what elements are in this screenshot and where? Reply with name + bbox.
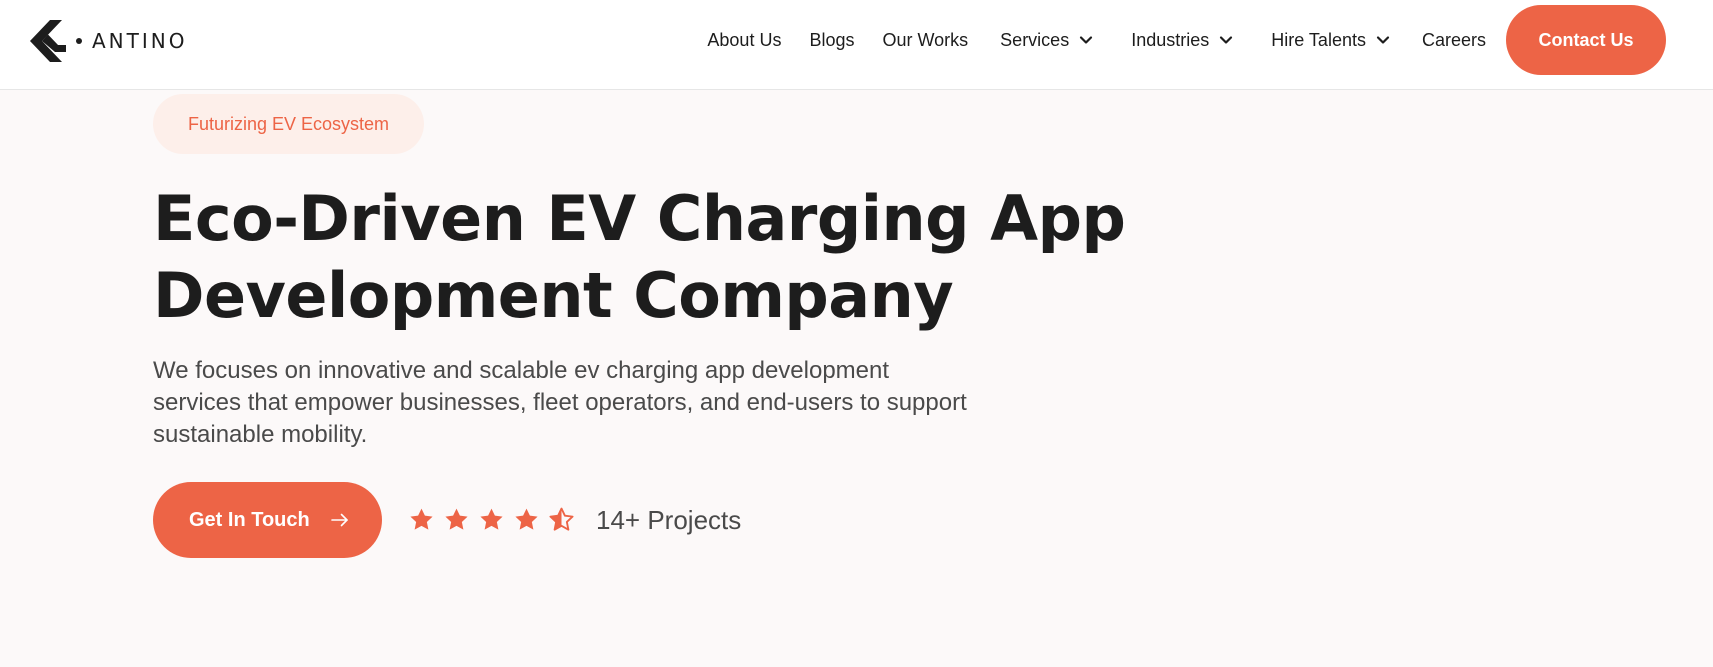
brand-logo[interactable]: ANTINO — [30, 20, 187, 62]
nav-item-about-us[interactable]: About Us — [707, 30, 781, 51]
nav-label: Services — [1000, 29, 1070, 50]
star-icon — [480, 508, 503, 530]
top-navbar: ANTINO About Us Blogs Our Works Services… — [0, 0, 1713, 90]
antino-chevron-logo-icon — [30, 20, 66, 62]
nav-label: Careers — [1421, 29, 1486, 50]
logo-dot — [76, 38, 82, 44]
nav-item-blogs[interactable]: Blogs — [809, 30, 854, 51]
cta-label: Get In Touch — [189, 508, 310, 531]
nav-item-our-works[interactable]: Our Works — [882, 30, 968, 51]
nav-item-careers[interactable]: Careers — [1422, 30, 1486, 51]
chevron-down-icon — [1376, 36, 1390, 44]
headline-line-1: Eco-Driven EV Charging App — [153, 182, 1126, 255]
headline-line-2: Development Company — [153, 259, 954, 332]
nav-label: Industries — [1131, 29, 1210, 50]
star-icon — [445, 508, 468, 530]
get-in-touch-button[interactable]: Get In Touch — [153, 482, 382, 558]
nav-label: About Us — [707, 29, 782, 50]
projects-count: 14+ Projects — [596, 504, 742, 535]
nav-label: Hire Talents — [1271, 29, 1366, 50]
contact-us-button[interactable]: Contact Us — [1506, 5, 1666, 75]
star-icon — [515, 508, 538, 530]
chevron-down-icon — [1080, 36, 1093, 44]
nav-item-services[interactable]: Services — [1000, 30, 1093, 51]
main-nav: About Us Blogs Our Works Services Indust… — [707, 4, 1666, 76]
hero-tag-pill: Futurizing EV Ecosystem — [153, 94, 424, 154]
brand-name: ANTINO — [92, 29, 188, 53]
hero-cta-row: Get In Touch 14+ Projects — [153, 482, 741, 558]
rating-stars — [407, 506, 576, 534]
nav-item-industries[interactable]: Industries — [1131, 30, 1233, 51]
hero-headline: Eco-Driven EV Charging App Development C… — [153, 180, 1153, 334]
star-icon — [410, 508, 433, 530]
nav-item-hire-talents[interactable]: Hire Talents — [1271, 30, 1390, 51]
nav-label: Our Works — [882, 29, 969, 50]
half-star-icon — [549, 507, 574, 531]
chevron-down-icon — [1220, 36, 1233, 44]
nav-label: Blogs — [809, 29, 855, 50]
arrow-right-icon — [330, 513, 348, 527]
hero-description: We focuses on innovative and scalable ev… — [153, 357, 967, 448]
